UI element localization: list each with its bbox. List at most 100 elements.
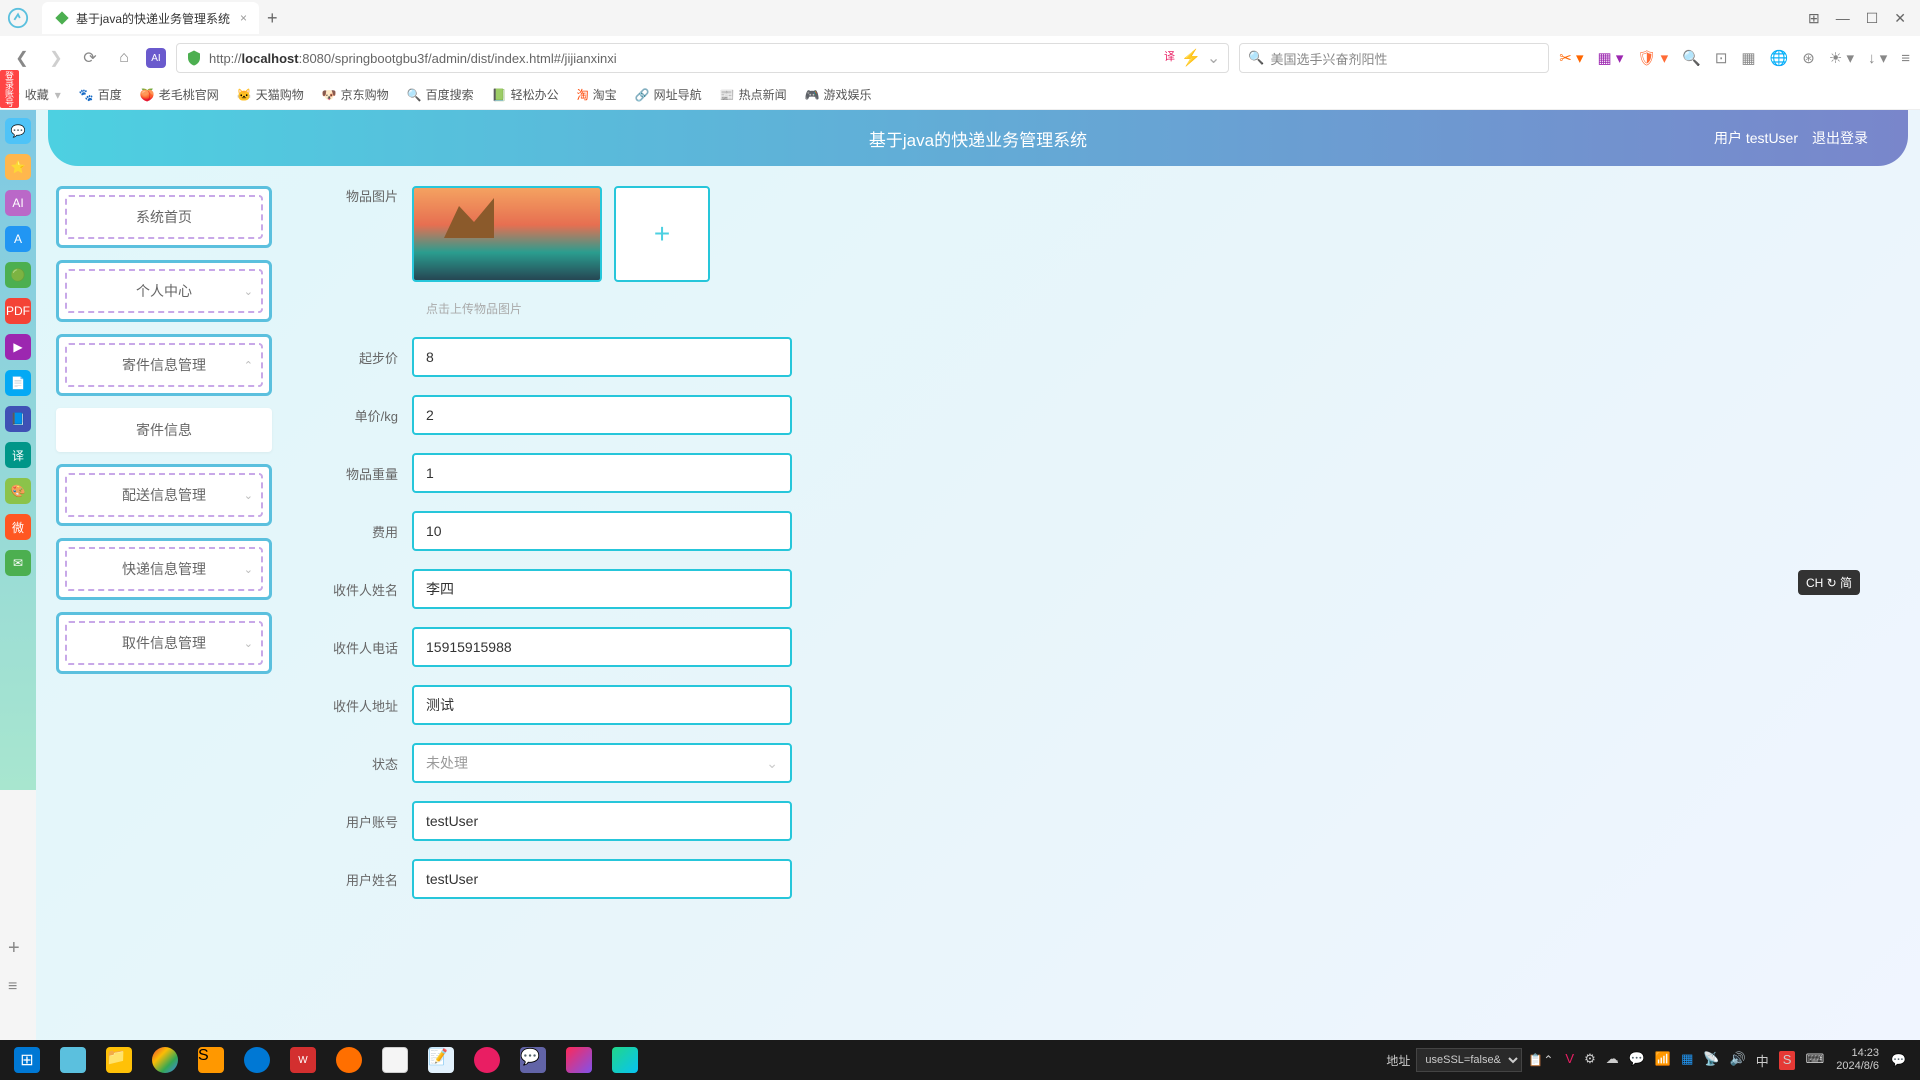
browser-tab[interactable]: 基于java的快递业务管理系统 × — [42, 2, 259, 34]
task-wps-icon[interactable]: W — [282, 1043, 324, 1077]
sidebar-item-send[interactable]: 寄件信息管理⌃ — [56, 334, 272, 396]
sidebar-item-pickup[interactable]: 取件信息管理⌄ — [56, 612, 272, 674]
zoom-icon[interactable]: 🔍 — [1682, 49, 1701, 67]
login-badge[interactable]: 登录账号 — [0, 70, 19, 108]
dock-a-icon[interactable]: A — [5, 226, 31, 252]
dock-chat-icon[interactable]: 💬 — [5, 118, 31, 144]
task-explorer-icon[interactable]: 📁 — [98, 1043, 140, 1077]
shield-orange-icon[interactable]: 🛡 ▾ — [1637, 49, 1668, 67]
globe-icon[interactable]: 🌐 — [1770, 49, 1789, 67]
url-bar[interactable]: http://localhost:8080/springbootgbu3f/ad… — [176, 43, 1229, 73]
menu-icon[interactable]: ≡ — [1901, 50, 1910, 67]
download-icon[interactable]: ↓ ▾ — [1868, 49, 1887, 67]
dock-pixel-icon[interactable]: 🎨 — [5, 478, 31, 504]
account-input[interactable] — [412, 801, 792, 841]
dock-doc-icon[interactable]: 📄 — [5, 370, 31, 396]
tray-gear-icon[interactable]: ⚙ — [1584, 1051, 1596, 1070]
dock-mail-icon[interactable]: ✉ — [5, 550, 31, 576]
window-close-icon[interactable]: ✕ — [1894, 10, 1906, 27]
logout-link[interactable]: 退出登录 — [1812, 128, 1868, 148]
recv-phone-input[interactable] — [412, 627, 792, 667]
nav-home-icon[interactable]: ⌂ — [112, 46, 136, 70]
bookmark-jd[interactable]: 🐶京东购物 — [322, 86, 389, 103]
bookmark-baidu[interactable]: 🐾百度 — [79, 86, 122, 103]
dock-play-icon[interactable]: ▶ — [5, 334, 31, 360]
recv-name-input[interactable] — [412, 569, 792, 609]
url-dropdown-icon[interactable]: ⌄ — [1207, 48, 1220, 68]
scissors-icon[interactable]: ✂ ▾ — [1559, 49, 1583, 67]
qr-icon[interactable]: ⊡ — [1715, 49, 1728, 67]
username-input[interactable] — [412, 859, 792, 899]
task-pycharm-icon[interactable] — [604, 1043, 646, 1077]
tray-wechat-icon[interactable]: 💬 — [1629, 1051, 1645, 1070]
dock-book-icon[interactable]: 📘 — [5, 406, 31, 432]
tab-close-icon[interactable]: × — [230, 11, 247, 25]
tray-wifi-icon[interactable]: 📡 — [1703, 1051, 1719, 1070]
start-price-input[interactable] — [412, 337, 792, 377]
dock-star-icon[interactable]: ⭐ — [5, 154, 31, 180]
weight-input[interactable] — [412, 453, 792, 493]
nav-ai-icon[interactable]: AI — [146, 48, 166, 68]
upload-button[interactable]: + — [614, 186, 710, 282]
bookmark-hotnews[interactable]: 📰热点新闻 — [720, 86, 787, 103]
ime-indicator[interactable]: CH ↻ 简 — [1798, 570, 1860, 595]
dock-toggle-icon[interactable]: ≡ — [8, 978, 17, 996]
start-button[interactable]: ⊞ — [6, 1043, 48, 1077]
status-select[interactable]: 未处理 ⌄ — [412, 743, 792, 783]
taskbar-address-select[interactable]: useSSL=false& — [1416, 1048, 1522, 1072]
apps-grid-icon[interactable]: ▦ — [1741, 49, 1755, 67]
taskbar-clock[interactable]: 14:23 2024/8/6 — [1836, 1047, 1879, 1073]
task-teams-icon[interactable]: 💬 — [512, 1043, 554, 1077]
bookmark-laomao[interactable]: 🍑老毛桃官网 — [140, 86, 219, 103]
dock-green-icon[interactable]: 🟢 — [5, 262, 31, 288]
tray-bluetooth-icon[interactable]: 📶 — [1655, 1051, 1671, 1070]
bookmark-tmall[interactable]: 🐱天猫购物 — [237, 86, 304, 103]
fee-input[interactable] — [412, 511, 792, 551]
bookmark-wangzhi[interactable]: 🔗网址导航 — [635, 86, 702, 103]
recv-addr-input[interactable] — [412, 685, 792, 725]
task-orange-icon[interactable] — [328, 1043, 370, 1077]
tray-lang-icon[interactable]: 中 — [1756, 1051, 1769, 1070]
tray-v-icon[interactable]: V — [1565, 1051, 1574, 1070]
sidebar-item-personal[interactable]: 个人中心⌄ — [56, 260, 272, 322]
task-sublime-icon[interactable]: S — [190, 1043, 232, 1077]
task-browser1-icon[interactable] — [52, 1043, 94, 1077]
sun-icon[interactable]: ☀ ▾ — [1829, 49, 1854, 67]
bookmark-youxi[interactable]: 🎮游戏娱乐 — [805, 86, 872, 103]
user-label[interactable]: 用户 testUser — [1714, 128, 1798, 148]
dock-ai-icon[interactable]: AI — [5, 190, 31, 216]
sidebar-item-home[interactable]: 系统首页 — [56, 186, 272, 248]
tray-blue-icon[interactable]: ▦ — [1681, 1051, 1693, 1070]
task-idea-icon[interactable] — [558, 1043, 600, 1077]
task-notepad-icon[interactable] — [374, 1043, 416, 1077]
nav-forward-icon[interactable]: ❯ — [44, 46, 68, 70]
browser-logo-icon[interactable] — [0, 0, 36, 36]
unit-price-input[interactable] — [412, 395, 792, 435]
window-minimize-icon[interactable]: — — [1836, 10, 1850, 27]
taskbar-addr-copy-icon[interactable]: 📋 — [1528, 1053, 1543, 1067]
dock-pdf-icon[interactable]: PDF — [5, 298, 31, 324]
wheel-icon[interactable]: ⊛ — [1802, 49, 1815, 67]
task-chrome-icon[interactable] — [144, 1043, 186, 1077]
flash-icon[interactable]: ⚡ — [1181, 48, 1201, 68]
sidebar-item-delivery[interactable]: 配送信息管理⌄ — [56, 464, 272, 526]
bookmark-qingban[interactable]: 📗轻松办公 — [492, 86, 559, 103]
window-app-icon[interactable]: ⊞ — [1808, 10, 1820, 27]
grid-purple-icon[interactable]: ▦ ▾ — [1598, 49, 1624, 67]
dock-weibo-icon[interactable]: 微 — [5, 514, 31, 540]
sidebar-item-express[interactable]: 快递信息管理⌄ — [56, 538, 272, 600]
dock-translate-icon[interactable]: 译 — [5, 442, 31, 468]
task-notepad2-icon[interactable]: 📝 — [420, 1043, 462, 1077]
new-tab-button[interactable]: + — [267, 8, 278, 29]
translate-icon[interactable]: 译 — [1164, 48, 1175, 68]
bookmark-taobao[interactable]: 淘淘宝 — [577, 86, 617, 103]
tray-volume-icon[interactable]: 🔊 — [1730, 1051, 1746, 1070]
sidebar-subitem-sendinfo[interactable]: 寄件信息 — [56, 408, 272, 452]
nav-back-icon[interactable]: ❮ — [10, 46, 34, 70]
search-bar[interactable]: 🔍 美国选手兴奋剂阳性 — [1239, 43, 1549, 73]
bookmark-baidusearch[interactable]: 🔍百度搜索 — [407, 86, 474, 103]
tray-keyboard-icon[interactable]: ⌨ — [1805, 1051, 1824, 1070]
tray-s-icon[interactable]: S — [1779, 1051, 1796, 1070]
image-preview[interactable] — [412, 186, 602, 282]
task-red-icon[interactable] — [466, 1043, 508, 1077]
